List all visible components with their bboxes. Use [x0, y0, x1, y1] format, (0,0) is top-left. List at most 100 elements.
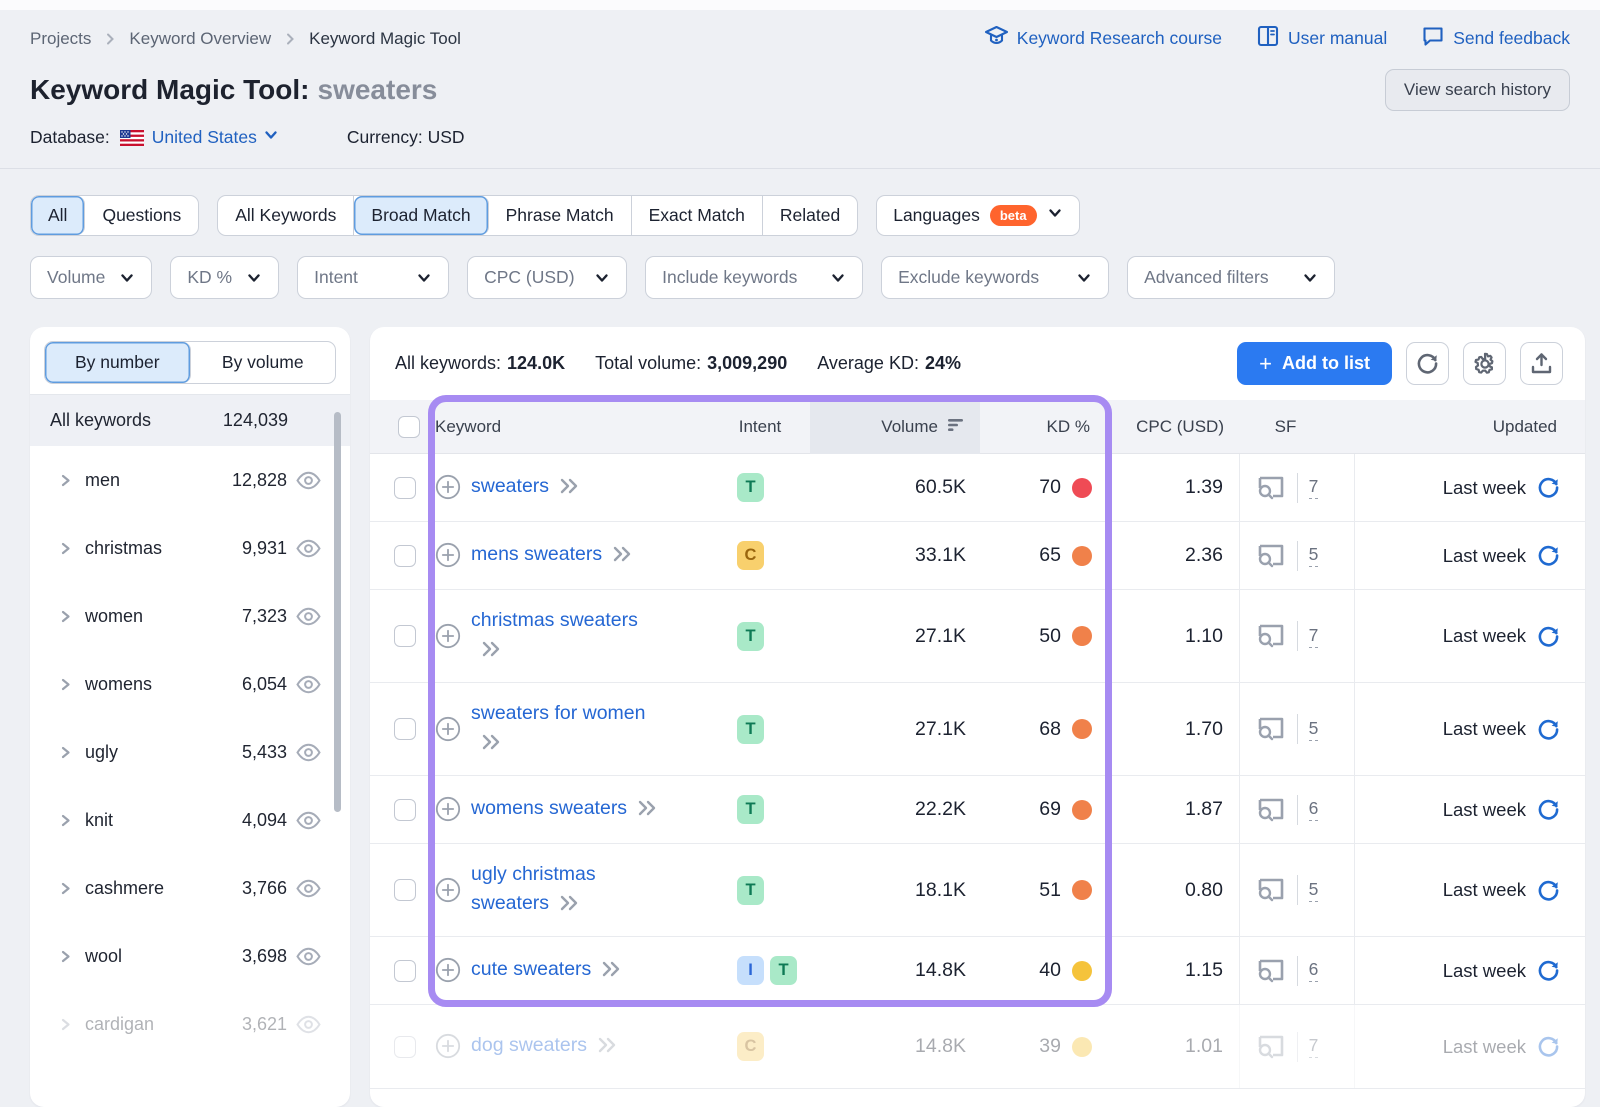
chevron-right-icon[interactable] — [58, 949, 73, 964]
add-keyword-icon[interactable] — [435, 796, 461, 822]
chevron-right-icon[interactable] — [58, 1017, 73, 1032]
sidebar-scrollbar[interactable] — [334, 412, 341, 812]
keyword-link[interactable]: womens sweaters — [471, 797, 627, 819]
update-metrics-icon[interactable] — [1536, 878, 1561, 903]
add-keyword-icon[interactable] — [435, 1033, 461, 1059]
sf-value[interactable]: 7 — [1309, 625, 1319, 648]
add-keyword-icon[interactable] — [435, 957, 461, 983]
row-checkbox[interactable] — [394, 545, 416, 567]
filter-exclude-keywords[interactable]: Exclude keywords — [881, 256, 1109, 299]
eye-icon[interactable] — [295, 807, 322, 834]
open-keyword-icon[interactable] — [558, 477, 582, 495]
eye-icon[interactable] — [295, 943, 322, 970]
refresh-icon[interactable] — [1536, 797, 1561, 822]
row-checkbox[interactable] — [394, 960, 416, 982]
sf-value[interactable]: 7 — [1309, 1035, 1319, 1058]
eye-icon[interactable] — [295, 875, 322, 902]
open-keyword-icon[interactable] — [611, 545, 635, 563]
eye-icon[interactable] — [295, 535, 322, 562]
column-updated[interactable]: Updated — [1355, 417, 1585, 437]
eye-icon[interactable] — [295, 1011, 322, 1038]
sf-value[interactable]: 6 — [1309, 959, 1319, 982]
add-keyword-icon[interactable] — [435, 623, 461, 649]
sort-descending-icon[interactable] — [946, 417, 966, 433]
send-feedback-link[interactable]: Send feedback — [1421, 24, 1570, 53]
breadcrumb-item[interactable]: Projects — [30, 29, 91, 49]
keyword-link[interactable]: christmas sweaters — [471, 609, 638, 631]
keyword-group-item[interactable]: men 12,828 — [30, 446, 350, 514]
open-keyword-icon[interactable] — [600, 958, 624, 986]
serp-features-icon[interactable] — [1256, 1034, 1286, 1060]
chevron-right-icon[interactable] — [58, 949, 73, 964]
column-cpc[interactable]: CPC (USD) — [1110, 417, 1240, 437]
languages-dropdown[interactable]: Languages beta — [876, 195, 1079, 236]
database-selector[interactable]: United States — [152, 127, 279, 148]
sf-value[interactable]: 5 — [1309, 879, 1319, 902]
tab-questions[interactable]: Questions — [85, 196, 198, 235]
eye-icon[interactable] — [295, 671, 322, 698]
add-keyword-icon[interactable] — [435, 716, 461, 742]
row-checkbox[interactable] — [394, 799, 416, 821]
chevron-right-icon[interactable] — [58, 1017, 73, 1032]
add-keyword-icon[interactable] — [435, 542, 461, 568]
chevron-right-icon[interactable] — [58, 609, 73, 624]
update-metrics-icon[interactable] — [1536, 958, 1561, 983]
column-sf[interactable]: SF — [1240, 417, 1355, 437]
keyword-group-item[interactable]: wool 3,698 — [30, 922, 350, 990]
serp-preview-icon[interactable] — [1256, 958, 1286, 984]
serp-features-icon[interactable] — [1256, 958, 1286, 984]
open-keyword-icon[interactable] — [596, 1034, 620, 1062]
eye-icon[interactable] — [295, 1011, 322, 1038]
filter-kd-[interactable]: KD % — [170, 256, 279, 299]
refresh-icon[interactable] — [1536, 543, 1561, 568]
eye-icon[interactable] — [295, 603, 322, 630]
select-all-checkbox[interactable] — [398, 416, 420, 438]
serp-preview-icon[interactable] — [1256, 1034, 1286, 1060]
chevron-right-icon[interactable] — [58, 473, 73, 488]
add-keyword-icon[interactable] — [435, 542, 461, 568]
add-keyword-icon[interactable] — [435, 1033, 461, 1059]
update-metrics-icon[interactable] — [1536, 1034, 1561, 1059]
tab-all-keywords[interactable]: All Keywords — [218, 196, 354, 235]
filter-advanced-filters[interactable]: Advanced filters — [1127, 256, 1335, 299]
keyword-group-item[interactable]: knit 4,094 — [30, 786, 350, 854]
chevron-right-icon[interactable] — [58, 745, 73, 760]
filter-volume[interactable]: Volume — [30, 256, 152, 299]
eye-icon[interactable] — [295, 807, 322, 834]
keyword-link[interactable]: sweaters for women — [471, 702, 645, 724]
serp-preview-icon[interactable] — [1256, 475, 1286, 501]
serp-preview-icon[interactable] — [1256, 797, 1286, 823]
chevron-right-icon[interactable] — [58, 677, 73, 692]
column-intent[interactable]: Intent — [710, 417, 810, 437]
eye-icon[interactable] — [295, 671, 322, 698]
open-keyword-icon[interactable] — [480, 640, 504, 658]
export-button[interactable] — [1520, 342, 1563, 385]
eye-icon[interactable] — [295, 467, 322, 494]
eye-icon[interactable] — [295, 535, 322, 562]
settings-button[interactable] — [1463, 342, 1506, 385]
add-to-list-button[interactable]: +Add to list — [1237, 342, 1392, 385]
open-keyword-icon[interactable] — [600, 960, 624, 978]
gear-icon[interactable] — [1472, 351, 1498, 377]
eye-icon[interactable] — [295, 739, 322, 766]
open-keyword-icon[interactable] — [480, 733, 504, 751]
refresh-icon[interactable] — [1536, 624, 1561, 649]
eye-icon[interactable] — [295, 943, 322, 970]
add-keyword-icon[interactable] — [435, 796, 461, 822]
row-checkbox[interactable] — [394, 879, 416, 901]
serp-preview-icon[interactable] — [1256, 716, 1286, 742]
chevron-right-icon[interactable] — [58, 609, 73, 624]
chevron-right-icon[interactable] — [58, 881, 73, 896]
serp-features-icon[interactable] — [1256, 797, 1286, 823]
refresh-icon[interactable] — [1536, 475, 1561, 500]
keyword-group-item[interactable]: christmas 9,931 — [30, 514, 350, 582]
eye-icon[interactable] — [295, 467, 322, 494]
update-metrics-icon[interactable] — [1536, 797, 1561, 822]
chevron-right-icon[interactable] — [58, 541, 73, 556]
keyword-group-item[interactable]: women 7,323 — [30, 582, 350, 650]
row-checkbox[interactable] — [394, 625, 416, 647]
open-keyword-icon[interactable] — [480, 638, 504, 666]
keyword-group-item[interactable]: cashmere 3,766 — [30, 854, 350, 922]
add-keyword-icon[interactable] — [435, 474, 461, 500]
keyword-link[interactable]: mens sweaters — [471, 543, 602, 565]
